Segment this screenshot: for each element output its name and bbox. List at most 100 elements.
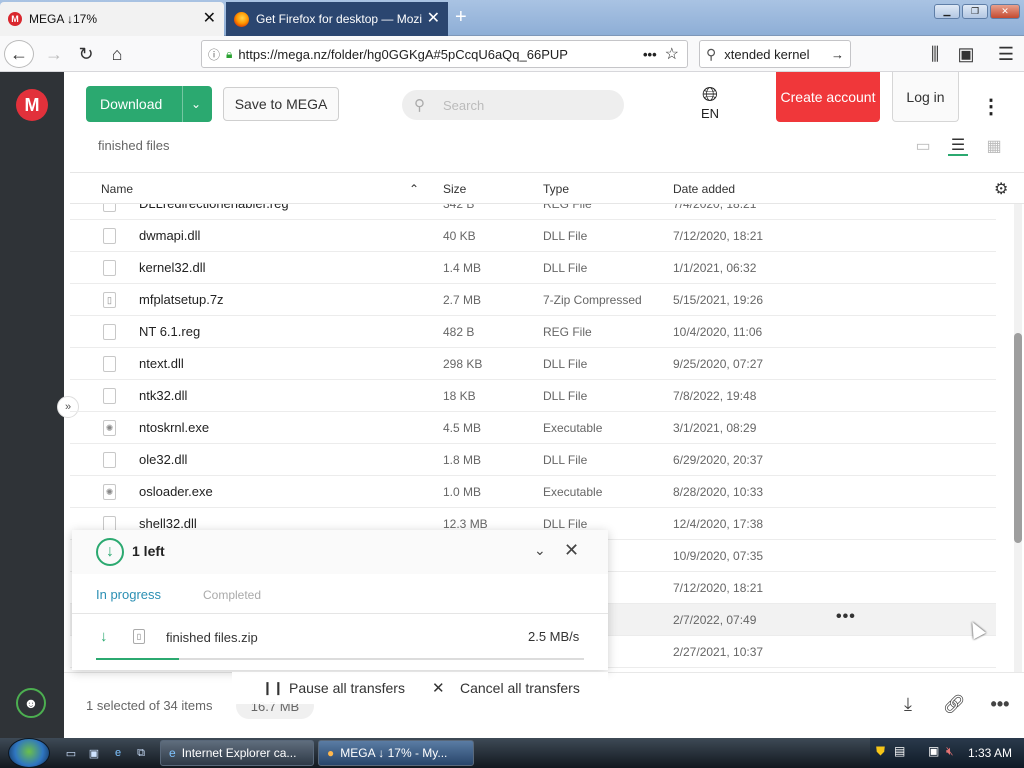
file-date: 12/4/2020, 17:38 bbox=[673, 517, 764, 531]
explorer-icon[interactable]: ▣ bbox=[86, 746, 102, 760]
transfer-status-icon[interactable]: ☻ bbox=[16, 688, 46, 718]
download-button[interactable]: Download ⌄ bbox=[86, 86, 212, 122]
file-date: 10/4/2020, 11:06 bbox=[673, 325, 763, 339]
breadcrumb[interactable]: finished files bbox=[98, 138, 170, 153]
progress-bar bbox=[96, 658, 584, 660]
switch-windows-icon[interactable]: ⧉ bbox=[133, 746, 149, 760]
show-desktop-icon[interactable]: ▭ bbox=[63, 746, 79, 760]
table-row[interactable]: ✺ ntoskrnl.exe 4.5 MB Executable 3/1/2021, 0… bbox=[70, 412, 996, 444]
save-to-mega-button[interactable]: Save to MEGA bbox=[223, 87, 339, 121]
tab-firefox[interactable]: Get Firefox for desktop — Mozi ✕ bbox=[226, 2, 448, 36]
tab-in-progress[interactable]: In progress bbox=[96, 587, 161, 602]
file-date: 5/15/2021, 19:26 bbox=[673, 293, 764, 307]
language-code: EN bbox=[700, 106, 720, 121]
download-icon[interactable]: ⤓ bbox=[896, 692, 920, 716]
link-icon[interactable]: 🔗︎ bbox=[942, 692, 966, 716]
zip-file-icon: ▯ bbox=[103, 292, 116, 308]
progress-fill bbox=[96, 658, 179, 660]
volume-muted-icon[interactable]: 🔇︎ bbox=[946, 744, 954, 759]
column-date[interactable]: Date added bbox=[673, 182, 735, 196]
file-icon bbox=[103, 324, 116, 340]
table-row[interactable]: DLLredirectionenabler.reg 342 B REG File 7/… bbox=[70, 204, 996, 220]
maximize-button[interactable]: ❐ bbox=[962, 4, 988, 19]
address-bar[interactable]: ⓘ 🔒︎ https://mega.nz/folder/hg0GGKgA#5pC… bbox=[201, 40, 688, 68]
file-date: 8/28/2020, 10:33 bbox=[673, 485, 764, 499]
transfer-actions: ❙❙ Pause all transfers ✕ Cancel all tran… bbox=[232, 672, 608, 704]
thumbnail-view-icon[interactable]: ▭ bbox=[913, 136, 933, 156]
settings-gear-icon[interactable]: ⚙ bbox=[994, 179, 1008, 199]
close-panel-icon[interactable]: ✕ bbox=[564, 540, 579, 561]
list-view-icon[interactable]: ☰ bbox=[948, 136, 968, 156]
chevron-down-icon[interactable]: ⌄ bbox=[182, 86, 201, 122]
taskbar-mega-button[interactable]: ● MEGA ↓ 17% - My... bbox=[318, 740, 474, 766]
language-selector[interactable]: 🌐︎ EN bbox=[690, 84, 730, 121]
network-icon[interactable]: ▤ bbox=[894, 744, 905, 758]
more-actions-icon[interactable]: ••• bbox=[988, 692, 1012, 716]
executable-file-icon: ✺ bbox=[103, 484, 116, 500]
minimize-button[interactable]: ▁ bbox=[934, 4, 960, 19]
sidebar-toggle-icon[interactable]: ▣ bbox=[956, 44, 976, 64]
transfer-row[interactable]: ↓ ▯ finished files.zip 2.5 MB/s bbox=[72, 614, 608, 660]
new-tab-button[interactable]: + bbox=[455, 6, 467, 29]
cancel-all-button[interactable]: Cancel all transfers bbox=[460, 680, 580, 696]
more-options-icon[interactable]: ⋮ bbox=[981, 94, 1001, 118]
tab-completed[interactable]: Completed bbox=[203, 588, 261, 602]
table-row[interactable]: dwmapi.dll 40 KB DLL File 7/12/2020, 18:21 bbox=[70, 220, 996, 252]
file-icon bbox=[103, 260, 116, 276]
file-date: 3/1/2021, 08:29 bbox=[673, 421, 757, 435]
file-type: 7-Zip Compressed bbox=[543, 293, 642, 307]
table-row[interactable]: kernel32.dll 1.4 MB DLL File 1/1/2021, 06:3… bbox=[70, 252, 996, 284]
window-close-button[interactable]: ✕ bbox=[990, 4, 1020, 19]
file-size: 2.7 MB bbox=[443, 293, 482, 307]
mega-logo-icon[interactable]: M bbox=[16, 89, 48, 121]
column-name[interactable]: Name bbox=[101, 182, 133, 196]
menu-icon[interactable]: ☰ bbox=[996, 44, 1016, 64]
library-icon[interactable]: ⫼ bbox=[925, 44, 945, 64]
search-input[interactable]: ⚲ Search bbox=[402, 90, 624, 120]
file-size: 12.3 MB bbox=[443, 517, 488, 531]
table-row[interactable]: ntext.dll 298 KB DLL File 9/25/2020, 07:27 bbox=[70, 348, 996, 380]
create-account-button[interactable]: Create account bbox=[776, 72, 880, 122]
row-more-icon[interactable]: ••• bbox=[836, 608, 856, 626]
file-name: NT 6.1.reg bbox=[139, 324, 201, 339]
file-date: 1/1/2021, 06:32 bbox=[673, 261, 757, 275]
mega-sidebar bbox=[0, 72, 64, 738]
back-arrow-icon[interactable]: ← bbox=[4, 40, 34, 68]
pause-icon[interactable]: ❙❙ bbox=[262, 680, 284, 696]
forward-arrow-icon[interactable]: → bbox=[44, 44, 64, 64]
sort-arrow-icon[interactable]: ⌃ bbox=[409, 182, 419, 196]
mega-favicon-icon: M bbox=[8, 12, 22, 26]
pause-all-button[interactable]: Pause all transfers bbox=[289, 680, 405, 696]
home-icon[interactable]: ⌂ bbox=[107, 44, 127, 64]
column-size[interactable]: Size bbox=[443, 182, 466, 196]
info-icon[interactable]: ⓘ bbox=[208, 46, 220, 63]
table-row[interactable]: NT 6.1.reg 482 B REG File 10/4/2020, 11:06 bbox=[70, 316, 996, 348]
taskbar-ie-button[interactable]: e Internet Explorer ca... bbox=[160, 740, 314, 766]
table-row[interactable]: ✺ osloader.exe 1.0 MB Executable 8/28/2020, … bbox=[70, 476, 996, 508]
close-tab-icon[interactable]: ✕ bbox=[203, 11, 216, 27]
tab-mega[interactable]: M MEGA ↓17% ✕ bbox=[0, 2, 224, 36]
scrollbar-thumb[interactable] bbox=[1014, 333, 1022, 543]
display-icon[interactable]: ▣ bbox=[928, 744, 939, 758]
table-row[interactable]: ▯ mfplatsetup.7z 2.7 MB 7-Zip Compressed 5/1… bbox=[70, 284, 996, 316]
transfer-panel: ↓ 1 left ⌄ ✕ In progress Completed ↓ ▯ f… bbox=[72, 530, 608, 670]
start-button[interactable] bbox=[8, 738, 50, 768]
globe-icon: 🌐︎ bbox=[702, 84, 718, 106]
cancel-icon[interactable]: ✕ bbox=[432, 679, 445, 697]
table-row[interactable]: ole32.dll 1.8 MB DLL File 6/29/2020, 20:37 bbox=[70, 444, 996, 476]
reload-icon[interactable]: ↻ bbox=[76, 44, 96, 64]
table-row[interactable]: ntk32.dll 18 KB DLL File 7/8/2022, 19:48 bbox=[70, 380, 996, 412]
close-tab-icon[interactable]: ✕ bbox=[427, 11, 440, 27]
search-bar[interactable]: ⚲ xtended kernel → bbox=[699, 40, 851, 68]
collapse-chevron-icon[interactable]: ⌄ bbox=[534, 542, 546, 559]
login-button[interactable]: Log in bbox=[892, 72, 959, 122]
file-type: DLL File bbox=[543, 261, 588, 275]
transfer-file-name: finished files.zip bbox=[166, 630, 258, 645]
bookmark-star-icon[interactable]: ☆ bbox=[665, 44, 679, 64]
search-go-icon[interactable]: → bbox=[831, 47, 844, 62]
shield-icon[interactable]: ⛊ bbox=[876, 744, 885, 759]
ie-quicklaunch-icon[interactable]: e bbox=[110, 746, 126, 760]
page-actions-icon[interactable]: ••• bbox=[643, 47, 657, 62]
column-type[interactable]: Type bbox=[543, 182, 569, 196]
grid-view-icon[interactable]: ▦ bbox=[984, 136, 1004, 156]
